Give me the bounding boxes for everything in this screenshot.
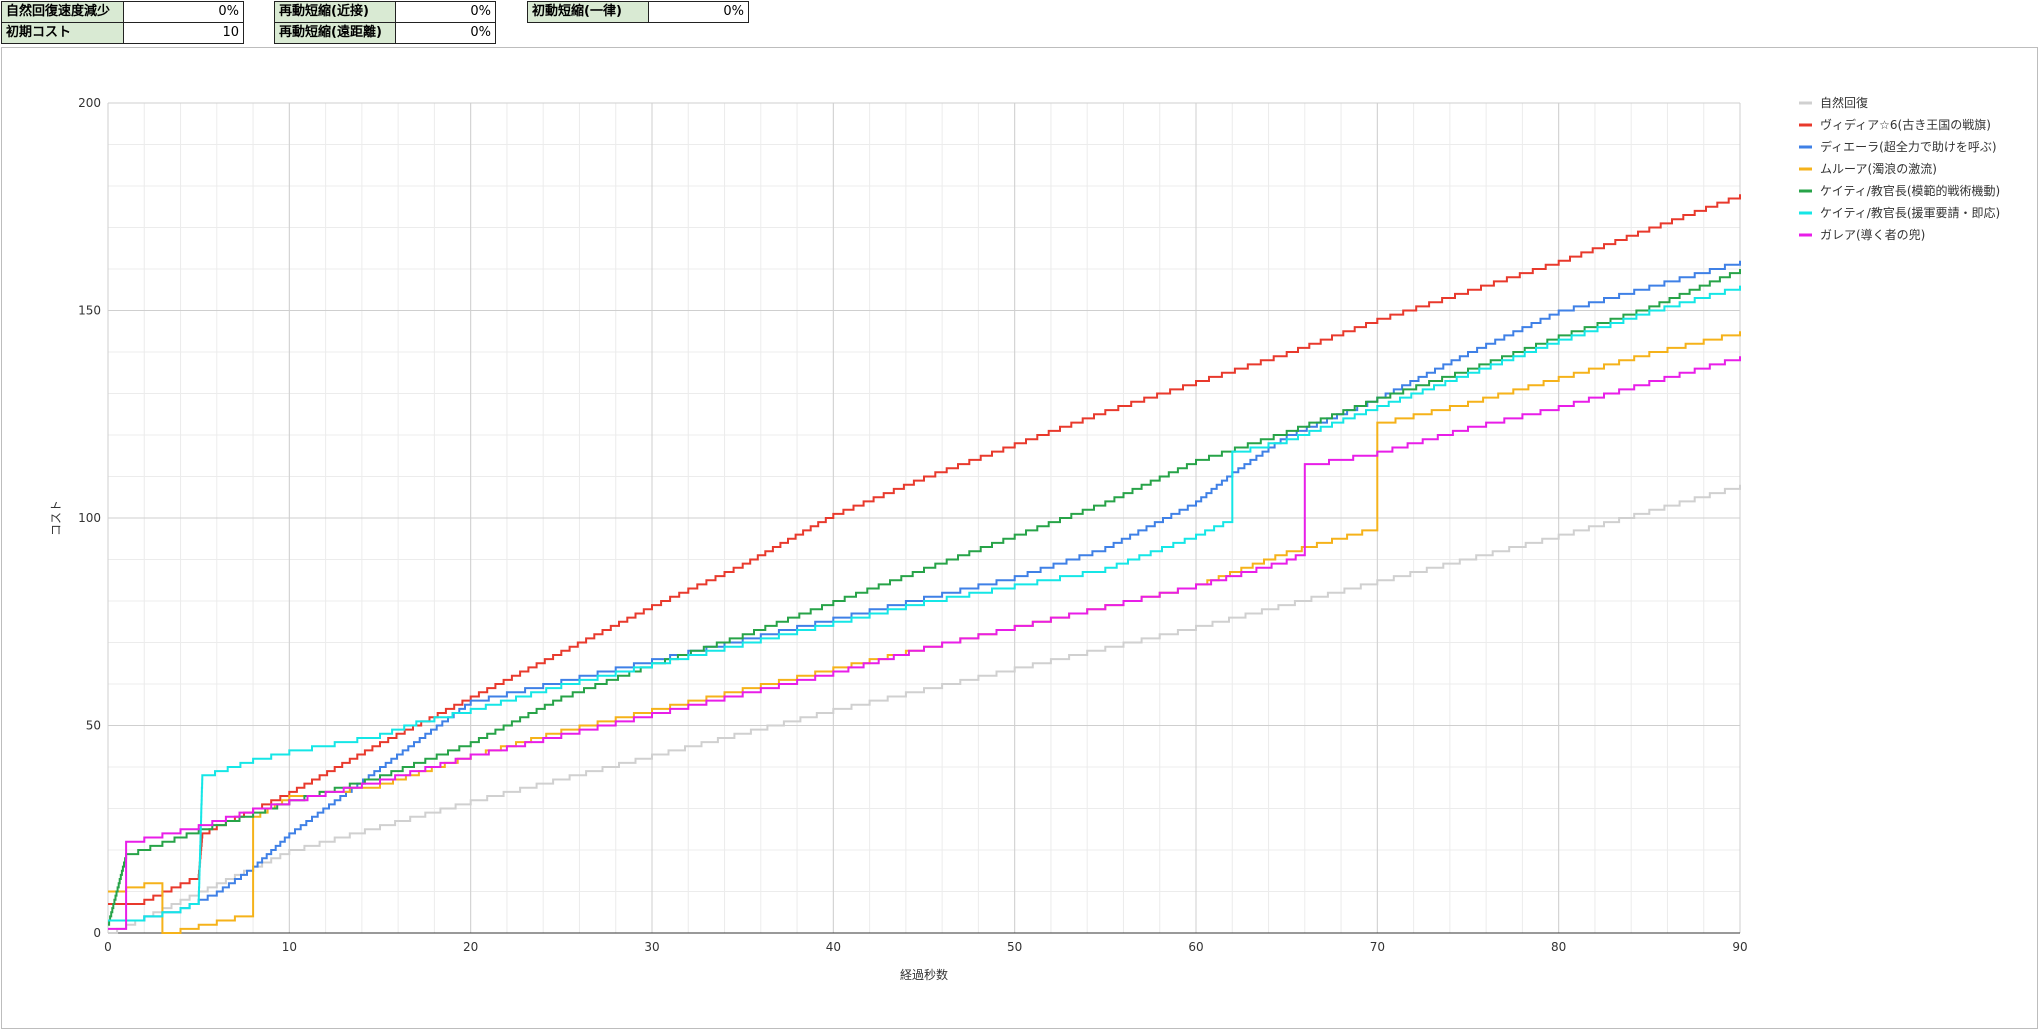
y-tick-label: 0 — [93, 926, 101, 940]
legend-label-2: ディエーラ(超全力で助けを呼ぶ) — [1820, 139, 1997, 154]
legend-label-1: ヴィディア☆6(古き王国の戦旗) — [1820, 117, 1991, 132]
series-line-3 — [108, 331, 1741, 934]
legend-label-0: 自然回復 — [1820, 95, 1868, 110]
x-tick-label: 80 — [1551, 940, 1566, 954]
x-tick-label: 10 — [282, 940, 297, 954]
spreadsheet-header-grid: 自然回復速度減少 0% 初期コスト 10 再動短縮(近接) 0% 再動短縮(遠距… — [0, 0, 2040, 48]
regen-decrease-value[interactable]: 0% — [123, 1, 244, 23]
y-tick-label: 200 — [78, 96, 101, 110]
redeploy-melee-label: 再動短縮(近接) — [274, 1, 396, 23]
initial-cost-value[interactable]: 10 — [123, 22, 244, 44]
regen-decrease-label: 自然回復速度減少 — [1, 1, 124, 23]
redeploy-ranged-value[interactable]: 0% — [395, 22, 496, 44]
chart-container: 0 10 20 30 40 50 60 70 80 90 0 50 100 150 200 経過秒数 コスト 自然… — [1, 47, 2038, 1029]
x-tick-label: 70 — [1370, 940, 1385, 954]
x-axis-title: 経過秒数 — [900, 967, 948, 982]
legend-label-5: ケイティ/教官長(援軍要請・即応) — [1820, 205, 2000, 220]
x-tick-label: 60 — [1188, 940, 1203, 954]
legend-label-6: ガレア(導く者の兜) — [1820, 227, 1925, 242]
y-tick-label: 100 — [78, 511, 101, 525]
cost-line-chart: 0 10 20 30 40 50 60 70 80 90 0 50 100 150 200 経過秒数 コスト 自然… — [49, 95, 2000, 982]
y-tick-label: 50 — [86, 719, 101, 733]
initial-uniform-label: 初動短縮(一律) — [527, 1, 649, 23]
legend-label-3: ムルーア(濁浪の激流) — [1820, 161, 1937, 176]
x-tick-label: 50 — [1007, 940, 1022, 954]
redeploy-melee-value[interactable]: 0% — [395, 1, 496, 23]
redeploy-ranged-label: 再動短縮(遠距離) — [274, 22, 396, 44]
series-line-5 — [108, 285, 1741, 922]
y-axis-title: コスト — [49, 500, 63, 536]
x-tick-label: 30 — [644, 940, 659, 954]
initial-uniform-value[interactable]: 0% — [648, 1, 749, 23]
series-line-1 — [108, 194, 1741, 905]
legend-label-4: ケイティ/教官長(模範的戦術機動) — [1820, 183, 2000, 198]
initial-cost-label: 初期コスト — [1, 22, 124, 44]
x-tick-label: 0 — [104, 940, 112, 954]
x-tick-label: 40 — [826, 940, 841, 954]
y-tick-label: 150 — [78, 304, 101, 318]
x-tick-label: 20 — [463, 940, 478, 954]
series-line-0 — [108, 484, 1741, 934]
x-tick-label: 90 — [1732, 940, 1747, 954]
